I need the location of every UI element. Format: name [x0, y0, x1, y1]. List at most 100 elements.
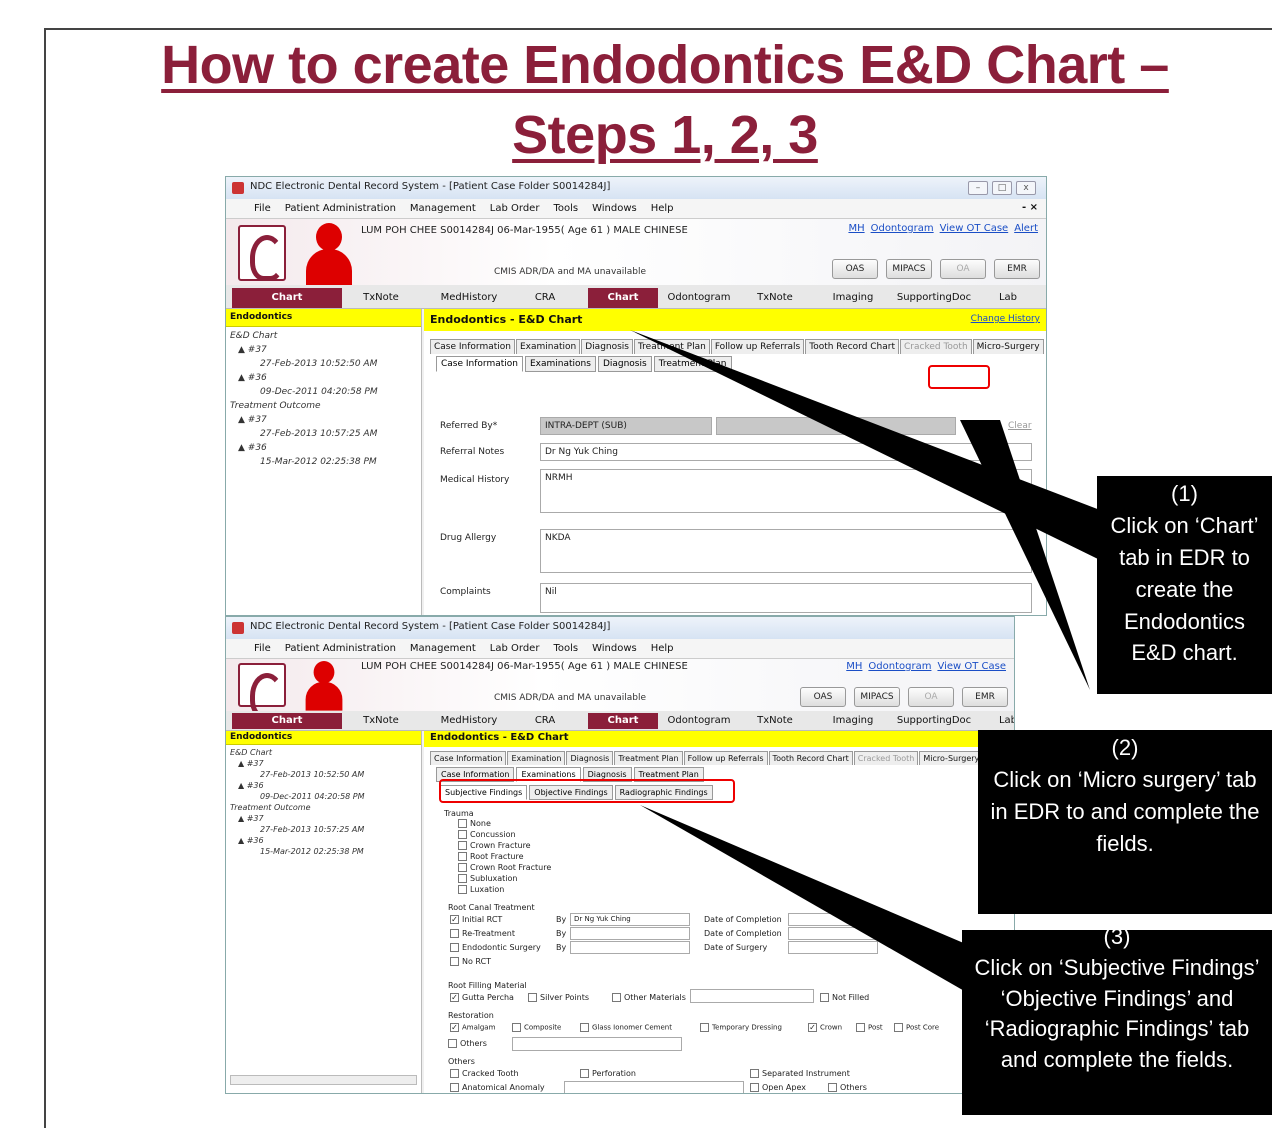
checkbox-icon[interactable]: [750, 1069, 759, 1078]
tab-supportingdoc[interactable]: SupportingDoc: [894, 713, 974, 729]
tree-item[interactable]: ▲ #37: [230, 413, 417, 427]
tab-tooth-record-chart[interactable]: Tooth Record Chart: [768, 751, 853, 765]
menu-management[interactable]: Management: [410, 203, 476, 218]
tree-item[interactable]: E&D Chart: [230, 747, 417, 758]
inner-tab-treatment-plan[interactable]: Treatment Plan: [653, 356, 732, 372]
filling-checkbox[interactable]: Not Filled: [820, 993, 869, 1002]
link-view-ot-case[interactable]: View OT Case: [940, 223, 1009, 234]
menu-windows[interactable]: Windows: [592, 203, 637, 218]
left-tab-chart[interactable]: Chart: [232, 713, 342, 729]
tab-treatment-plan[interactable]: Treatment Plan: [614, 751, 683, 765]
tree-item[interactable]: ▲ #37: [230, 813, 417, 824]
restoration-checkbox[interactable]: Temporary Dressing: [700, 1023, 782, 1032]
link-view-ot-case[interactable]: View OT Case: [937, 661, 1006, 672]
menu-tools[interactable]: Tools: [553, 203, 578, 218]
checkbox-icon[interactable]: [580, 1069, 589, 1078]
filling-checkbox[interactable]: ✓ Gutta Percha: [450, 993, 514, 1002]
oas-button[interactable]: OAS: [800, 687, 846, 707]
checkbox-icon[interactable]: [458, 841, 467, 850]
tab-txnote[interactable]: TxNote: [740, 713, 810, 729]
checkbox-icon[interactable]: [828, 1083, 837, 1092]
checkbox-icon[interactable]: [450, 1069, 459, 1078]
tree-item[interactable]: 09-Dec-2011 04:20:58 PM: [230, 791, 417, 802]
mdi-controls[interactable]: - ×: [1022, 202, 1038, 213]
horizontal-scrollbar[interactable]: [230, 1075, 417, 1085]
menu-lab-order[interactable]: Lab Order: [490, 643, 540, 658]
inner-tab-case-information[interactable]: Case Information: [436, 356, 523, 372]
restoration-checkbox[interactable]: ✓ Amalgam: [450, 1023, 495, 1032]
others-checkbox[interactable]: Perforation: [580, 1069, 636, 1078]
tab-odontogram[interactable]: Odontogram: [664, 288, 734, 308]
others-checkbox[interactable]: Anatomical Anomaly: [450, 1083, 545, 1092]
checkbox-icon[interactable]: [450, 1083, 459, 1092]
checkbox-icon[interactable]: [458, 863, 467, 872]
checkbox-icon[interactable]: [820, 993, 829, 1002]
rct-date-field[interactable]: [788, 927, 878, 940]
tab-follow-up-referrals[interactable]: Follow up Referrals: [710, 339, 805, 354]
tab-examination[interactable]: Examination: [515, 339, 581, 354]
tab-examination[interactable]: Examination: [507, 751, 566, 765]
restoration-checkbox[interactable]: Glass Ionomer Cement: [580, 1023, 672, 1032]
drug-allergy-field[interactable]: NKDA: [540, 529, 1032, 573]
referred-by-detail-field[interactable]: [716, 417, 956, 435]
tree-item[interactable]: 15-Mar-2012 02:25:38 PM: [230, 455, 417, 469]
restoration-others-field[interactable]: [512, 1037, 682, 1051]
tab-cra[interactable]: CRA: [510, 288, 580, 308]
menu-patient-administration[interactable]: Patient Administration: [285, 643, 396, 658]
filling-checkbox[interactable]: Other Materials: [612, 993, 686, 1002]
checkbox-icon[interactable]: [450, 943, 459, 952]
maximize-button[interactable]: □: [992, 181, 1012, 195]
tab-case-information[interactable]: Case Information: [430, 751, 507, 765]
checkbox-icon[interactable]: [750, 1083, 759, 1092]
tab-diagnosis[interactable]: Diagnosis: [566, 751, 614, 765]
tree-item[interactable]: 27-Feb-2013 10:57:25 AM: [230, 824, 417, 835]
tab-chart[interactable]: Chart: [588, 288, 658, 308]
tree-item[interactable]: Treatment Outcome: [230, 399, 417, 413]
link-mh[interactable]: MH: [846, 661, 862, 672]
clear-link[interactable]: Clear: [1008, 421, 1032, 431]
tab-odontogram[interactable]: Odontogram: [664, 713, 734, 729]
rct-by-field[interactable]: Dr Ng Yuk Ching: [570, 913, 690, 926]
link-odontogram[interactable]: Odontogram: [868, 661, 931, 672]
rct-date-field[interactable]: [788, 941, 878, 954]
checkbox-icon[interactable]: [458, 852, 467, 861]
checkbox-icon[interactable]: [528, 993, 537, 1002]
checkbox-icon[interactable]: ✓: [808, 1023, 817, 1032]
others-checkbox[interactable]: Separated Instrument: [750, 1069, 850, 1078]
select-link[interactable]: Select: [972, 421, 1000, 431]
menu-tools[interactable]: Tools: [553, 643, 578, 658]
checkbox-icon[interactable]: ✓: [450, 1023, 459, 1032]
emr-button[interactable]: EMR: [994, 259, 1040, 279]
tree-item[interactable]: 15-Mar-2012 02:25:38 PM: [230, 846, 417, 857]
oa-button[interactable]: OA: [908, 687, 954, 707]
rct-date-field[interactable]: [788, 913, 878, 926]
tab-txnote[interactable]: TxNote: [740, 288, 810, 308]
referral-notes-field[interactable]: Dr Ng Yuk Ching: [540, 443, 1032, 461]
rct-by-field[interactable]: [570, 927, 690, 940]
trauma-checkbox[interactable]: None: [458, 819, 491, 828]
checkbox-icon[interactable]: [856, 1023, 865, 1032]
checkbox-icon[interactable]: [580, 1023, 589, 1032]
menu-file[interactable]: File: [254, 203, 271, 218]
tree-item[interactable]: ▲ #37: [230, 758, 417, 769]
others-checkbox[interactable]: Open Apex: [750, 1083, 806, 1092]
trauma-checkbox[interactable]: Crown Root Fracture: [458, 863, 551, 872]
tree-item[interactable]: 27-Feb-2013 10:52:50 AM: [230, 769, 417, 780]
tree-item[interactable]: ▲ #36: [230, 835, 417, 846]
link-alert[interactable]: Alert: [1014, 223, 1038, 234]
trauma-checkbox[interactable]: Luxation: [458, 885, 504, 894]
tree-item[interactable]: ▲ #36: [230, 780, 417, 791]
rct-checkbox[interactable]: Endodontic Surgery: [450, 943, 541, 952]
other-materials-field[interactable]: [690, 989, 814, 1003]
checkbox-icon[interactable]: [458, 830, 467, 839]
inner-tab-diagnosis[interactable]: Diagnosis: [597, 356, 652, 372]
rct-by-field[interactable]: [570, 941, 690, 954]
trauma-checkbox[interactable]: Concussion: [458, 830, 516, 839]
others-checkbox[interactable]: Cracked Tooth: [450, 1069, 519, 1078]
checkbox-icon[interactable]: [512, 1023, 521, 1032]
tab-tooth-record-chart[interactable]: Tooth Record Chart: [805, 339, 899, 354]
tab-imaging[interactable]: Imaging: [818, 288, 888, 308]
menu-patient-administration[interactable]: Patient Administration: [285, 203, 396, 218]
mipacs-button[interactable]: MIPACS: [886, 259, 932, 279]
complaints-field[interactable]: Nil: [540, 583, 1032, 613]
